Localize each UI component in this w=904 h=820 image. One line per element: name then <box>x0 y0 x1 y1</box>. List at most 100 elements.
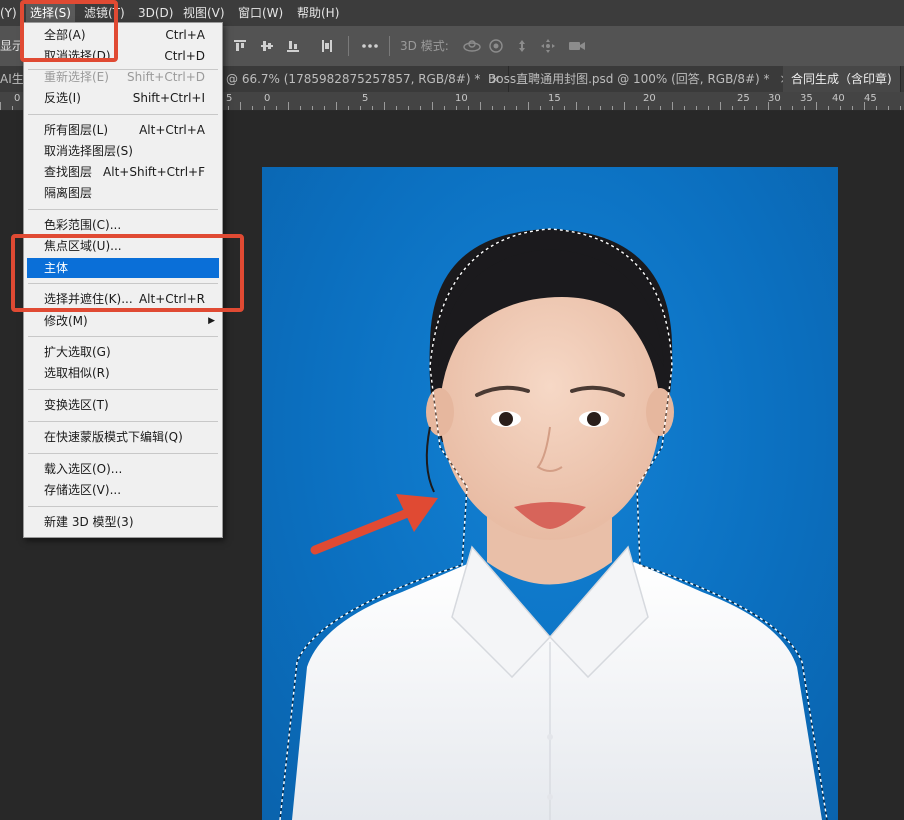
menu-item-deselect-layers[interactable]: 取消选择图层(S) <box>25 141 221 161</box>
ruler-label: 45 <box>864 93 877 104</box>
menu-separator <box>28 506 218 507</box>
ruler-tick <box>252 106 253 110</box>
align-bottom-icon[interactable] <box>285 38 301 54</box>
menu-item-quick-mask[interactable]: 在快速蒙版模式下编辑(Q) <box>25 427 221 447</box>
ruler-tick <box>576 102 577 110</box>
options-separator <box>348 36 349 56</box>
ruler-tick <box>300 106 301 110</box>
menu-item-similar[interactable]: 选取相似(R) <box>25 363 221 383</box>
ruler-tick <box>12 106 13 110</box>
ruler-tick <box>816 102 817 110</box>
ruler-tick <box>600 106 601 110</box>
ruler-tick <box>468 106 469 110</box>
tab-photo[interactable]: @ 66.7% (1785982875257857, RGB/8#) * × <box>218 66 510 92</box>
menu-item-save-selection[interactable]: 存储选区(V)... <box>25 480 221 500</box>
ruler-tick <box>384 102 385 110</box>
ruler-tick <box>612 106 613 110</box>
menu-item-color-range[interactable]: 色彩范围(C)... <box>25 215 221 235</box>
ruler-label: 25 <box>737 93 750 104</box>
ruler-tick <box>372 106 373 110</box>
ruler-tick <box>396 106 397 110</box>
ruler-tick <box>564 106 565 110</box>
menu-help[interactable]: 帮助(H) <box>297 0 339 26</box>
menu-item-find-layers[interactable]: 查找图层 Alt+Shift+Ctrl+F <box>25 162 221 182</box>
ruler-label: 0 <box>264 93 271 104</box>
ruler-tick <box>648 106 649 110</box>
ruler-tick <box>696 106 697 110</box>
align-top-icon[interactable] <box>232 38 248 54</box>
ruler-tick <box>528 102 529 110</box>
menu-item-new-3d-model[interactable]: 新建 3D 模型(3) <box>25 512 221 532</box>
tab-boss[interactable]: Boss直聘通用封图.psd @ 100% (回答, RGB/8#) *× <box>480 66 799 92</box>
menu-separator <box>28 421 218 422</box>
ruler-tick <box>264 106 265 110</box>
ruler-tick <box>660 106 661 110</box>
ruler-label: 5 <box>362 93 369 104</box>
menu-item-inverse[interactable]: 反选(I) Shift+Ctrl+I <box>25 88 221 108</box>
menu-separator <box>28 209 218 210</box>
ruler-tick <box>336 102 337 110</box>
distribute-icon[interactable] <box>319 38 335 54</box>
ruler-label: 20 <box>643 93 656 104</box>
ruler-tick <box>840 106 841 110</box>
ruler-tick <box>516 106 517 110</box>
ruler-tick <box>444 106 445 110</box>
ruler-tick <box>276 106 277 110</box>
menu-item-isolate-layers[interactable]: 隔离图层 <box>25 183 221 203</box>
ruler-tick <box>732 106 733 110</box>
ruler-label: 10 <box>455 93 468 104</box>
menu-item-modify[interactable]: 修改(M) ▶ <box>25 311 221 331</box>
ruler-tick <box>756 106 757 110</box>
ruler-tick <box>228 106 229 110</box>
menu-separator <box>28 114 218 115</box>
ruler-tick <box>324 106 325 110</box>
menu-item-load-selection[interactable]: 载入选区(O)... <box>25 459 221 479</box>
slide-3d-icon[interactable] <box>540 38 556 54</box>
menu-item-grow[interactable]: 扩大选取(G) <box>25 342 221 362</box>
ruler-tick <box>792 106 793 110</box>
menu-item-reselect: 重新选择(E) Shift+Ctrl+D <box>44 70 205 84</box>
annotation-highlight-subject <box>11 234 244 312</box>
align-vcenter-icon[interactable] <box>259 38 275 54</box>
ruler-tick <box>348 106 349 110</box>
ruler-tick <box>900 106 901 110</box>
ruler-tick <box>828 106 829 110</box>
pan-3d-icon[interactable] <box>514 38 530 54</box>
menu-item-transform-selection[interactable]: 变换选区(T) <box>25 395 221 415</box>
ruler-label: 5 <box>226 93 233 104</box>
ruler-tick <box>432 102 433 110</box>
ruler-tick <box>636 106 637 110</box>
tab-contract[interactable]: 合同生成（含印章) <box>783 66 901 92</box>
menu-prev[interactable]: (Y) <box>0 0 17 26</box>
ruler-tick <box>864 102 865 110</box>
menu-separator <box>28 336 218 337</box>
ruler-tick <box>720 102 721 110</box>
menu-separator <box>28 389 218 390</box>
ruler-tick <box>588 106 589 110</box>
annotation-arrow-icon <box>310 494 438 555</box>
orbit-3d-icon[interactable] <box>462 38 482 54</box>
ruler-tick <box>288 102 289 110</box>
more-options-icon[interactable] <box>361 38 378 54</box>
ruler-tick <box>744 106 745 110</box>
ruler-tick <box>804 106 805 110</box>
ruler-tick <box>492 106 493 110</box>
ruler-tick <box>360 106 361 110</box>
ruler-label: 40 <box>832 93 845 104</box>
camera-3d-icon[interactable] <box>567 38 587 54</box>
roll-3d-icon[interactable] <box>488 38 504 54</box>
ruler-tick <box>480 102 481 110</box>
ruler-tick <box>552 106 553 110</box>
ruler-label: 15 <box>548 93 561 104</box>
ruler-tick <box>456 106 457 110</box>
menu-item-all-layers[interactable]: 所有图层(L) Alt+Ctrl+A <box>25 120 221 140</box>
ruler-tick <box>672 102 673 110</box>
ruler-tick <box>408 106 409 110</box>
annotation-highlight-menu <box>20 0 118 62</box>
ruler-label: 35 <box>800 93 813 104</box>
ruler-tick <box>768 102 769 110</box>
ruler-tick <box>684 106 685 110</box>
ruler-label: 0 <box>14 93 21 104</box>
menu-window[interactable]: 窗口(W) <box>238 0 283 26</box>
ruler-tick <box>708 106 709 110</box>
